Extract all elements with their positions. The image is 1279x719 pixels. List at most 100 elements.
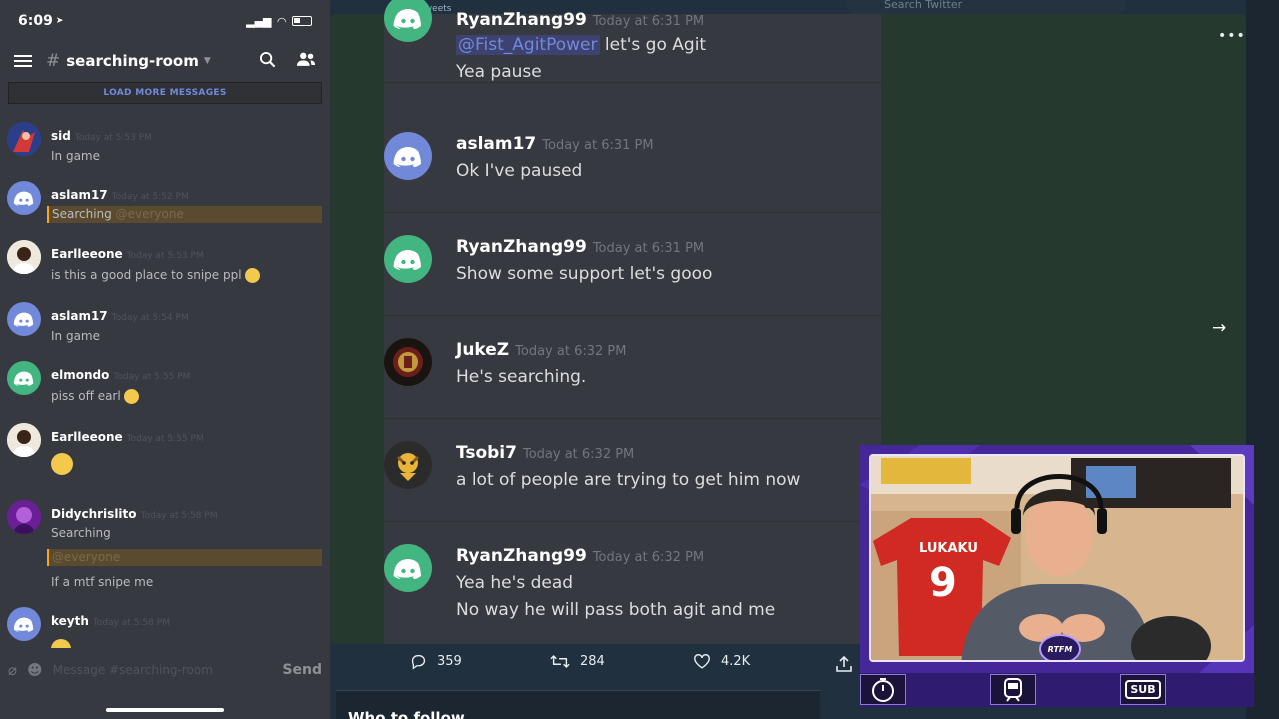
status-bar: 6:09 ➤ ▂▄▆ ◠ (0, 0, 330, 42)
reply-icon (411, 654, 426, 670)
avatar (7, 500, 41, 534)
message-input[interactable]: Message #searching-room (53, 663, 283, 677)
discord-logo-icon (7, 302, 41, 336)
message-text (51, 453, 73, 475)
jersey-number: 9 (929, 560, 957, 606)
chat-line: a lot of people are trying to get him no… (456, 470, 801, 490)
chat-message: Tsobi7 Today at 6:32 PM a lot of people a… (384, 419, 881, 522)
wifi-icon: ◠ (277, 14, 286, 28)
avatar (384, 338, 432, 386)
chat-username: aslam17 Today at 6:31 PM (456, 134, 654, 154)
message-username: keyth Today at 5:58 PM (51, 614, 170, 628)
avatar (384, 441, 432, 489)
stopwatch-icon (860, 674, 906, 705)
message-username: Earlleeone Today at 5:55 PM (51, 430, 204, 444)
avatar (7, 122, 41, 156)
message-text: piss off earl (51, 389, 139, 404)
discord-logo-icon (7, 181, 41, 215)
chevron-down-icon[interactable]: ▼ (204, 56, 211, 66)
attach-icon[interactable]: ⌀ (8, 661, 17, 679)
chat-line: Yea pause (456, 62, 542, 82)
chat-line: No way he will pass both agit and me (456, 600, 776, 620)
retweet-icon (550, 655, 570, 668)
chat-username: RyanZhang99 Today at 6:31 PM (456, 10, 705, 30)
like-icon (694, 654, 710, 669)
message-username: elmondo Today at 5:55 PM (51, 368, 191, 382)
load-more-button[interactable]: LOAD MORE MESSAGES (8, 82, 322, 104)
message-composer: ⌀ ☻ Message #searching-room Send (0, 655, 330, 685)
message-text: In game (51, 149, 101, 163)
avatar (7, 423, 41, 457)
like-button[interactable]: 4.2K (693, 653, 750, 670)
signal-icon: ▂▄▆ (246, 14, 272, 28)
chat-line: Show some support let's gooo (456, 264, 713, 284)
status-icons: ▂▄▆ ◠ (246, 15, 312, 28)
message-username: aslam17 Today at 5:54 PM (51, 309, 189, 323)
home-indicator[interactable] (106, 708, 224, 712)
retweet-button[interactable]: 284 (550, 653, 605, 670)
message-username: Didychrislito Today at 5:58 PM (51, 507, 218, 521)
channel-name[interactable]: searching-room (66, 52, 199, 70)
user-mention[interactable]: @Fist_AgitPower (456, 35, 600, 55)
discord-logo-icon (384, 544, 432, 592)
stream-screen: 33.6K Tweets Search Twitter RyanZhang99T… (0, 0, 1279, 719)
reply-button[interactable]: 359 (410, 653, 462, 670)
share-icon[interactable] (835, 655, 853, 677)
hamburger-icon[interactable] (14, 55, 32, 67)
discord-logo-icon (384, 235, 432, 283)
train-icon (990, 674, 1036, 705)
discord-logo-icon (7, 607, 41, 641)
chat-username: RyanZhang99 Today at 6:31 PM (456, 237, 705, 257)
chat-line: He's searching. (456, 367, 587, 387)
rtfm-badge: RTFM (1039, 634, 1081, 660)
members-icon[interactable] (296, 51, 316, 72)
battery-icon (292, 16, 312, 26)
webcam-overlay: LUKAKU 9 RTFM SUB (860, 445, 1254, 707)
chat-line: Yea he's dead (456, 573, 574, 593)
mention-highlight: @everyone (47, 549, 322, 566)
search-icon[interactable] (259, 51, 276, 72)
chat-message: RyanZhang99 Today at 6:32 PM Yea he's dea… (384, 522, 881, 644)
discord-logo-icon (7, 361, 41, 395)
hash-icon: # (46, 51, 61, 71)
chat-username: Tsobi7 Today at 6:32 PM (456, 443, 635, 463)
streamer-image: LUKAKU 9 (871, 456, 1243, 660)
chat-username: RyanZhang99 Today at 6:32 PM (456, 546, 705, 566)
message-username: Earlleeone Today at 5:53 PM (51, 247, 204, 261)
discord-logo-icon (384, 0, 432, 42)
message-username: aslam17 Today at 5:52 PM (51, 188, 189, 202)
retweet-count: 284 (580, 654, 605, 669)
message-text: is this a good place to snipe ppl (51, 268, 260, 283)
avatar (7, 240, 41, 274)
chat-message: aslam17 Today at 6:31 PM Ok I've paused (384, 110, 881, 213)
message-text: In game (51, 329, 101, 343)
arrow-right-icon[interactable]: → (1212, 318, 1226, 338)
phone-discord-app: 6:09 ➤ ▂▄▆ ◠ # searching-room ▼ LOAD MOR… (0, 0, 330, 719)
emoji-icon[interactable]: ☻ (27, 661, 43, 679)
mention-highlight: Searching @everyone (47, 206, 322, 223)
tweet-actions: 359 284 4.2K (410, 653, 860, 677)
status-time: 6:09 (18, 13, 53, 29)
channel-header: # searching-room ▼ (0, 42, 330, 80)
chat-line: Ok I've paused (456, 161, 583, 181)
chat-line: @Fist_AgitPower let's go Agit (456, 35, 707, 55)
send-button[interactable]: Send (282, 662, 322, 678)
webcam-feed: LUKAKU 9 RTFM (869, 454, 1245, 662)
chat-message: JukeZ Today at 6:32 PM He's searching. (384, 316, 881, 419)
message-username: sid Today at 5:53 PM (51, 129, 152, 143)
chat-message: RyanZhang99 Today at 6:31 PM @Fist_AgitPo… (384, 0, 881, 83)
message-text: If a mtf snipe me (51, 575, 154, 589)
like-count: 4.2K (721, 654, 751, 669)
who-to-follow-heading: Who to follow (336, 690, 820, 719)
smile-emoji-icon (123, 389, 139, 404)
discord-logo-icon (384, 132, 432, 180)
twitter-search-input[interactable]: Search Twitter (846, 0, 1126, 15)
thinking-emoji-icon (244, 268, 260, 283)
overlay-bottom-bar (860, 673, 1254, 707)
chat-message: RyanZhang99 Today at 6:31 PM Show some su… (384, 213, 881, 316)
laughing-emoji-icon (51, 453, 73, 475)
reply-count: 359 (437, 654, 462, 669)
more-icon[interactable]: ••• (1218, 28, 1246, 44)
sub-icon: SUB (1120, 674, 1166, 705)
location-icon: ➤ (55, 16, 64, 26)
